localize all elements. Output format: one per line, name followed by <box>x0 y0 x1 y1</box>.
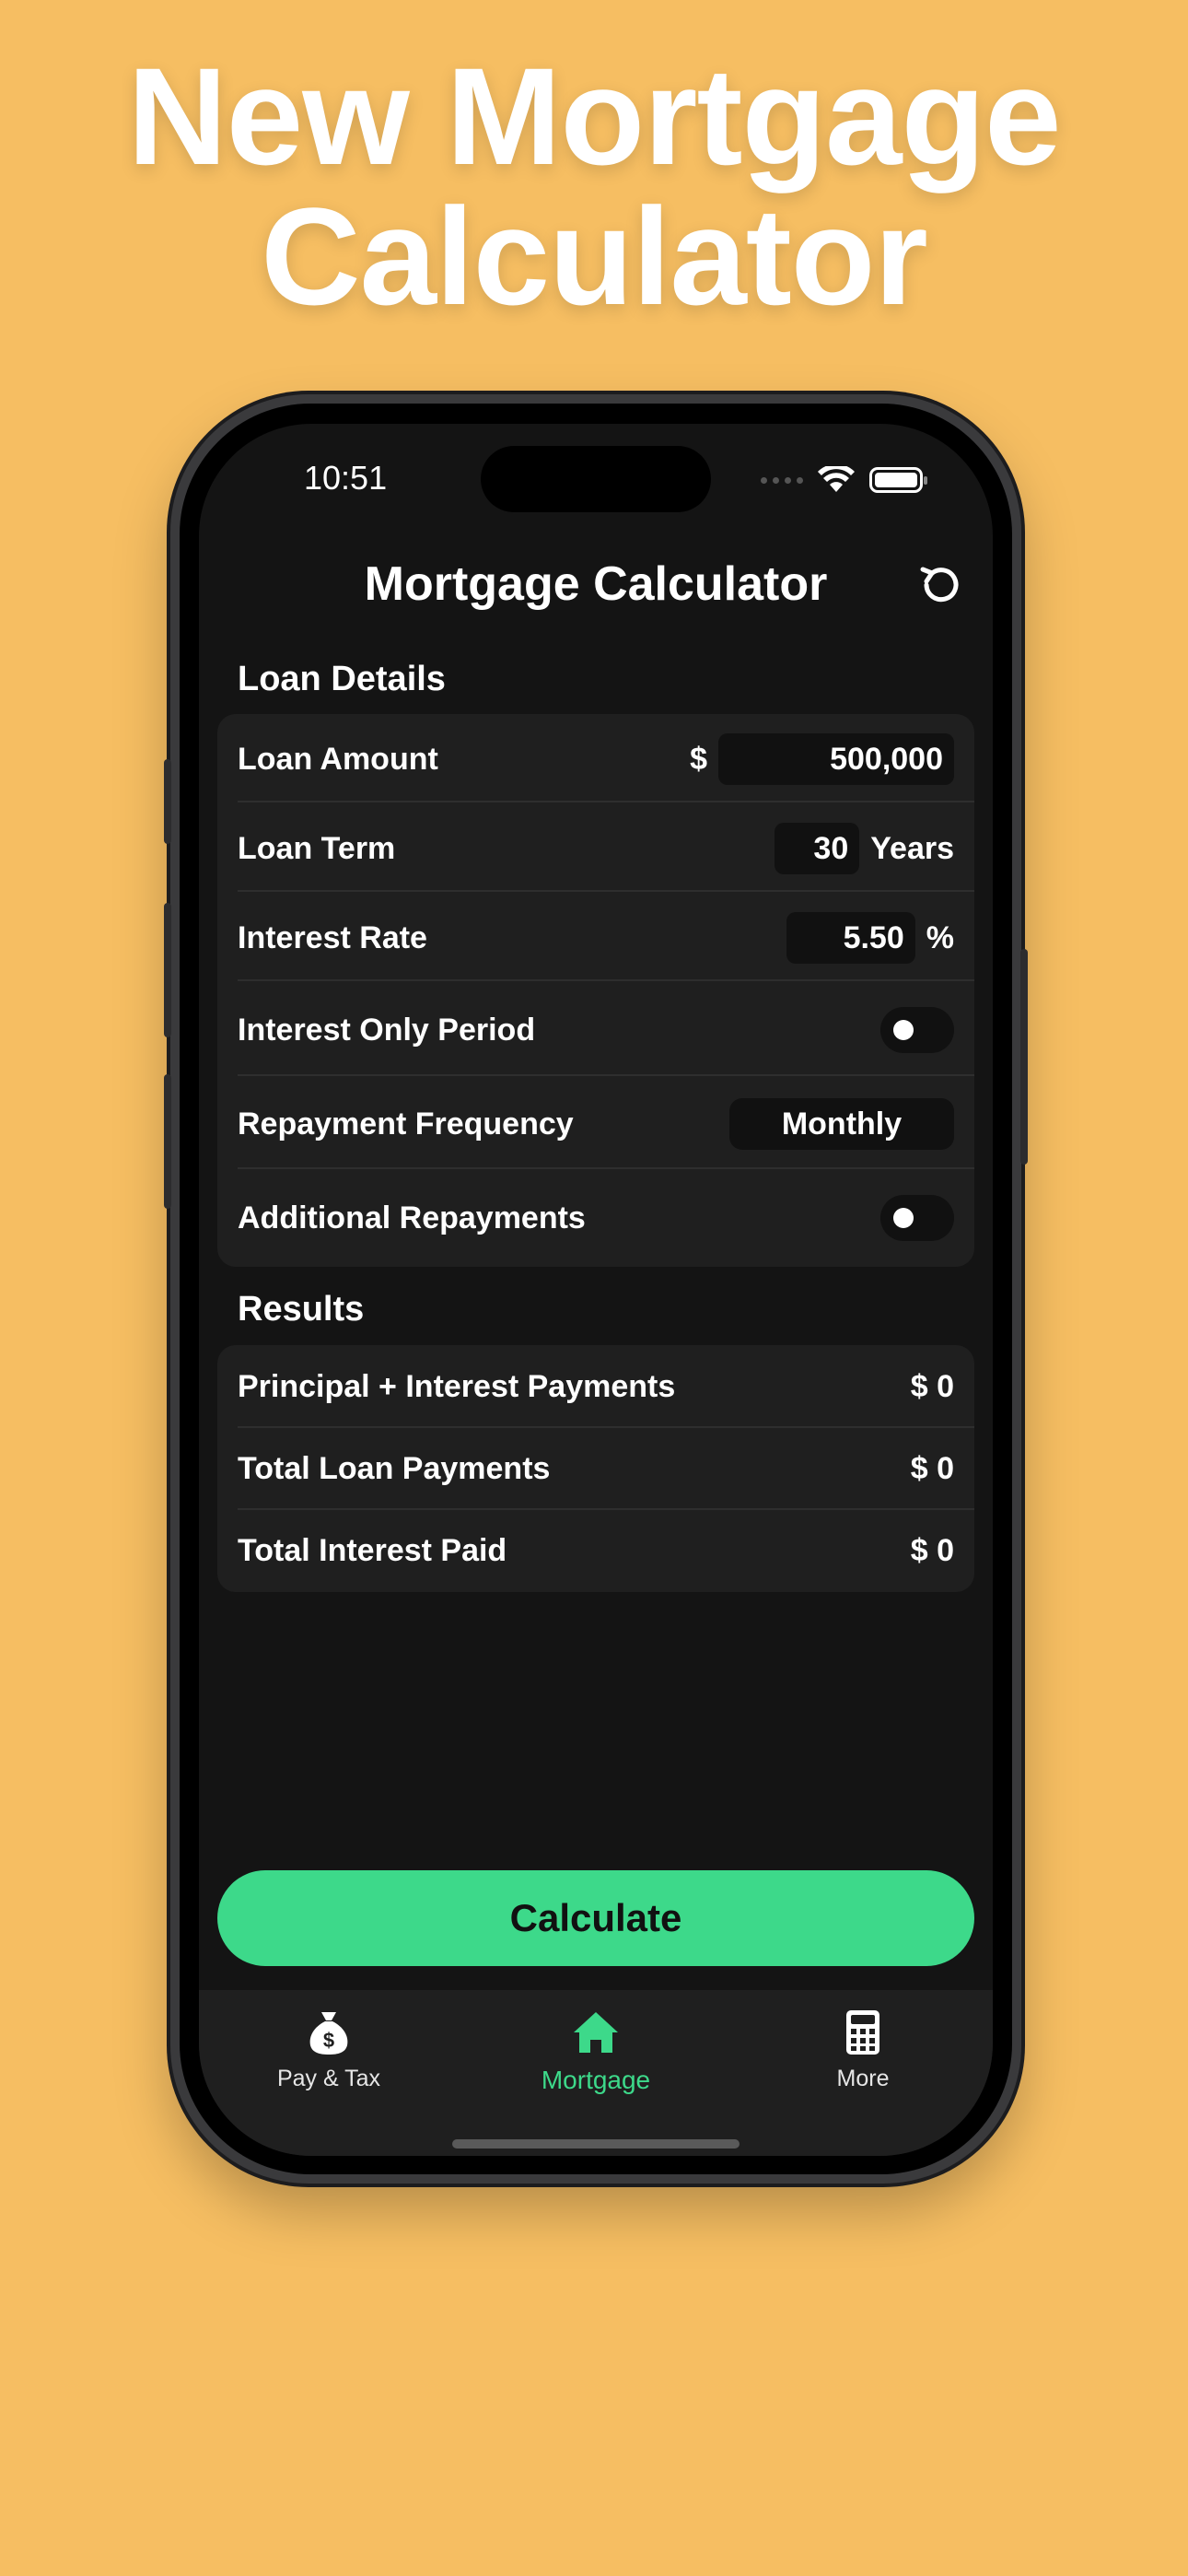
house-icon <box>574 2012 618 2053</box>
interest-rate-unit: % <box>926 919 954 955</box>
result-value: $ 0 <box>910 1532 954 1568</box>
loan-term-unit: Years <box>870 830 954 866</box>
dynamic-island <box>481 446 711 512</box>
result-value: $ 0 <box>910 1450 954 1486</box>
tab-more[interactable]: More <box>771 2007 955 2092</box>
interest-rate-label: Interest Rate <box>238 919 427 955</box>
tab-pay-tax[interactable]: $ Pay & Tax <box>237 2007 421 2092</box>
page-title: Mortgage Calculator <box>364 557 828 611</box>
tab-label: Pay & Tax <box>276 2066 381 2091</box>
status-time: 10:51 <box>304 459 388 497</box>
result-value: $ 0 <box>910 1368 954 1404</box>
volume-down-button <box>164 1074 171 1209</box>
calculate-button[interactable]: Calculate <box>217 1870 974 1966</box>
action-button <box>164 759 171 844</box>
calculator-icon <box>846 2010 879 2055</box>
results-title: Results <box>238 1290 365 1329</box>
interest-rate-row: Interest Rate 5.50 % <box>238 907 954 969</box>
loan-term-input[interactable]: 30 <box>775 823 860 874</box>
headline-line-1: New Mortgage <box>127 39 1061 193</box>
currency-symbol: $ <box>690 741 707 777</box>
repayment-frequency-row: Repayment Frequency Monthly <box>238 1092 954 1156</box>
loan-amount-label: Loan Amount <box>238 741 438 777</box>
interest-only-row: Interest Only Period <box>238 998 954 1062</box>
interest-rate-input[interactable]: 5.50 <box>786 912 915 964</box>
signal-icon <box>761 476 803 484</box>
money-bag-icon: $ <box>309 2012 348 2055</box>
wifi-icon <box>818 466 855 492</box>
status-icons <box>761 466 927 494</box>
result-row: Principal + Interest Payments $ 0 <box>238 1358 954 1415</box>
loan-amount-row: Loan Amount $ 500,000 <box>238 728 954 790</box>
repayment-frequency-picker[interactable]: Monthly <box>729 1098 954 1150</box>
battery-icon <box>869 467 927 493</box>
result-row: Total Interest Paid $ 0 <box>238 1522 954 1579</box>
headline: New Mortgage Calculator <box>0 46 1188 326</box>
loan-details-card: Loan Amount $ 500,000 Loan Term 30 Years… <box>217 714 974 1267</box>
interest-only-toggle[interactable] <box>880 1007 954 1053</box>
interest-only-label: Interest Only Period <box>238 1012 536 1048</box>
additional-repayments-toggle[interactable] <box>880 1195 954 1241</box>
loan-term-row: Loan Term 30 Years <box>238 817 954 880</box>
results-card: Principal + Interest Payments $ 0 Total … <box>217 1345 974 1592</box>
headline-line-2: Calculator <box>261 179 928 334</box>
svg-text:$: $ <box>323 2029 334 2052</box>
result-row: Total Loan Payments $ 0 <box>238 1440 954 1497</box>
result-label: Principal + Interest Payments <box>238 1368 676 1404</box>
additional-repayments-label: Additional Repayments <box>238 1200 586 1235</box>
tab-label: More <box>836 2066 890 2091</box>
volume-up-button <box>164 903 171 1037</box>
loan-amount-input[interactable]: 500,000 <box>718 733 954 785</box>
repayment-frequency-label: Repayment Frequency <box>238 1106 574 1142</box>
loan-term-label: Loan Term <box>238 830 396 866</box>
tab-mortgage[interactable]: Mortgage <box>504 2007 688 2095</box>
loan-details-title: Loan Details <box>238 660 446 698</box>
tab-label: Mortgage <box>541 2066 651 2094</box>
additional-repayments-row: Additional Repayments <box>238 1186 954 1250</box>
app-screen: 10:51 Mortgage Calculator Loan Details L… <box>199 424 993 2156</box>
result-label: Total Loan Payments <box>238 1450 551 1486</box>
home-indicator[interactable] <box>452 2139 740 2149</box>
power-button <box>1020 949 1028 1165</box>
result-label: Total Interest Paid <box>238 1532 507 1568</box>
tab-bar: $ Pay & Tax Mortgage More <box>199 1990 993 2156</box>
reset-icon[interactable] <box>915 560 965 610</box>
